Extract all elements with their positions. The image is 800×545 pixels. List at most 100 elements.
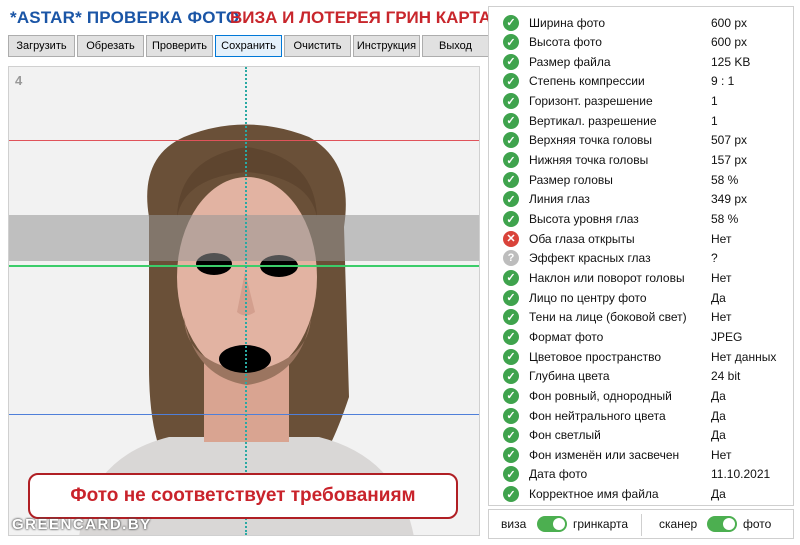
check-label: Ширина фото — [529, 15, 606, 30]
check-row: ✓ Фон ровный, однородный Да — [503, 386, 726, 405]
check-icon: ✓ — [503, 34, 519, 51]
check-row: ✓ Нижняя точка головы 157 px — [503, 151, 747, 170]
check-label: Фон светлый — [529, 428, 601, 443]
photo-label: фото — [743, 517, 772, 531]
check-icon: ✓ — [503, 407, 519, 424]
check-label: Корректное имя файла — [529, 487, 659, 502]
toggle-knob — [553, 518, 565, 530]
check-label: Высота уровня глаз — [529, 212, 639, 226]
clear-button[interactable]: Очистить — [284, 35, 351, 57]
check-row: ? Эффект красных глаз? — [503, 249, 718, 268]
warning-text: Фото не соответствует требованиям — [70, 485, 416, 506]
load-button[interactable]: Загрузить — [8, 35, 75, 57]
check-row: ✓ Тени на лице (боковой свет) Нет — [503, 308, 731, 327]
check-icon: ✓ — [503, 289, 519, 306]
check-icon: ✓ — [503, 53, 519, 70]
scanner-label: сканер — [659, 517, 698, 531]
check-icon: ✓ — [503, 269, 519, 286]
check-label: Верхняя точка головы — [529, 133, 653, 148]
warning-box: Фото не соответствует требованиям — [28, 473, 458, 519]
chin-line — [9, 414, 479, 415]
check-button[interactable]: Проверить — [146, 35, 213, 57]
check-row: ✓ Фон изменён или засвечен Нет — [503, 445, 731, 464]
check-value: 600 px — [711, 15, 748, 30]
check-icon: ✓ — [503, 309, 519, 326]
check-label: Дата фото — [529, 467, 588, 482]
visa-greencard-toggle[interactable] — [537, 516, 567, 532]
check-value: 157 px — [711, 153, 748, 168]
check-value: Да — [711, 408, 726, 423]
check-row: ✓ Верхняя точка головы 507 px — [503, 131, 747, 150]
greencard-label: гринкарта — [573, 517, 629, 531]
check-value: 24 bit — [711, 369, 741, 384]
head-top-line — [9, 140, 479, 141]
check-icon: ✓ — [503, 486, 519, 503]
check-icon: ✓ — [503, 171, 519, 188]
check-value: 58 % — [711, 212, 739, 226]
instruction-button[interactable]: Инструкция — [353, 35, 420, 57]
exit-button[interactable]: Выход — [422, 35, 489, 57]
check-label: Фон нейтрального цвета — [529, 408, 666, 423]
check-row: ✕ Оба глаза открыты Нет — [503, 229, 731, 248]
check-label: Высота фото — [529, 35, 602, 50]
check-label: Нижняя точка головы — [529, 153, 649, 168]
app-subtitle: ВИЗА И ЛОТЕРЕЯ ГРИН КАРТА — [230, 8, 492, 27]
check-label: Линия глаз — [529, 192, 590, 207]
check-icon: ✓ — [503, 112, 519, 129]
photo-number: 4 — [15, 73, 23, 88]
check-icon: ✓ — [503, 328, 519, 345]
check-icon: ✓ — [503, 14, 519, 31]
check-icon: ✓ — [503, 387, 519, 404]
check-row: ✓ Размер головы 58 % — [503, 170, 738, 189]
check-label: Степень компрессии — [529, 74, 645, 89]
check-value: 507 px — [711, 133, 748, 148]
check-label: Фон изменён или засвечен — [529, 447, 680, 462]
check-label: Эффект красных глаз — [529, 251, 651, 266]
check-value: Нет данных — [711, 349, 777, 364]
check-icon: ✓ — [503, 368, 519, 385]
app-title: *ASTAR* ПРОВЕРКА ФОТО — [10, 8, 240, 27]
check-row: ✓ Цветовое пространство Нет данных — [503, 347, 776, 366]
watermark: GREENCARD.BY — [12, 516, 152, 533]
check-label: Горизонт. разрешение — [529, 94, 653, 109]
checks-panel: ✓ Ширина фото 600 px ✓ Высота фото 600 px ✓ Раз… — [488, 6, 794, 506]
check-label: Цветовое пространство — [529, 349, 662, 364]
toolbar: Загрузить Обрезать Проверить Сохранить О… — [8, 35, 489, 59]
check-label: Оба глаза открыты — [529, 231, 635, 246]
cross-icon: ✕ — [503, 230, 519, 247]
check-value: ? — [711, 251, 718, 266]
check-value: 11.10.2021 — [711, 467, 771, 482]
check-value: Нет — [711, 231, 732, 246]
check-icon: ✓ — [503, 348, 519, 365]
check-row: ✓ Корректное имя файла Да — [503, 485, 726, 504]
eye-zone-band — [9, 215, 479, 261]
check-row: ✓ Наклон или поворот головы Нет — [503, 268, 731, 287]
save-button[interactable]: Сохранить — [215, 35, 282, 57]
check-label: Размер головы — [529, 172, 613, 187]
check-label: Вертикал. разрешение — [529, 113, 657, 128]
check-row: ✓ Линия глаз 349 px — [503, 190, 747, 209]
check-row: ✓ Вертикал. разрешение 1 — [503, 111, 718, 130]
scanner-photo-toggle[interactable] — [707, 516, 737, 532]
toggle-knob — [723, 518, 735, 530]
check-icon: ✓ — [503, 93, 519, 110]
check-row: ✓ Глубина цвета 24 bit — [503, 367, 740, 386]
mode-bar: виза гринкарта сканер фото — [488, 509, 794, 539]
check-row: ✓ Лицо по центру фото Да — [503, 288, 726, 307]
crop-button[interactable]: Обрезать — [77, 35, 144, 57]
eye-line — [9, 265, 479, 267]
check-value: Да — [711, 388, 726, 403]
check-label: Лицо по центру фото — [529, 290, 647, 305]
check-value: JPEG — [711, 329, 743, 344]
check-value: 1 — [711, 113, 718, 128]
check-row: ✓ Дата фото 11.10.2021 — [503, 465, 770, 484]
check-row: ✓ Степень компрессии 9 : 1 — [503, 72, 734, 91]
check-label: Размер файла — [529, 54, 611, 69]
check-value: Да — [711, 487, 726, 502]
check-row: ✓ Размер файла 125 KB — [503, 52, 750, 71]
check-icon: ✓ — [503, 427, 519, 444]
check-value: Нет — [711, 270, 732, 285]
check-value: Да — [711, 428, 726, 443]
check-row: ✓ Ширина фото 600 px — [503, 13, 747, 32]
question-icon: ? — [503, 250, 519, 267]
